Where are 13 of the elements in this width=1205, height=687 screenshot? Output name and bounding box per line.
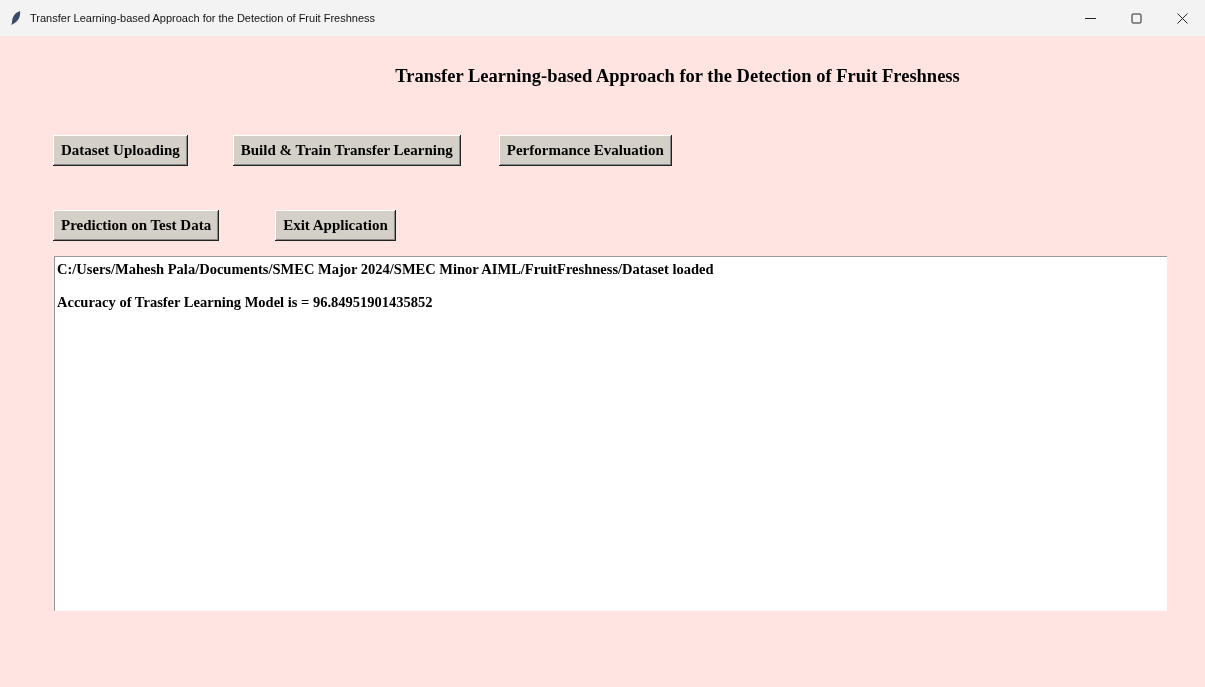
window-title: Transfer Learning-based Approach for the Detection of Fruit Freshness — [30, 12, 377, 24]
close-icon — [1176, 12, 1188, 24]
action-button[interactable]: Dataset Uploading — [53, 135, 188, 166]
maximize-icon — [1130, 12, 1142, 24]
action-button[interactable]: Exit Application — [275, 210, 396, 241]
output-line: C:/Users/Mahesh Pala/Documents/SMEC Major 2024/SMEC Minor AIML/FruitFreshness/Dataset loaded — [57, 261, 715, 277]
output-text-area[interactable]: C:/Users/Mahesh Pala/Documents/SMEC Major 2024/SMEC Minor AIML/FruitFreshness/Dataset loaded Accuracy of Trasfer Learning Model is = 96.84951901435852 — [54, 256, 1167, 611]
action-button[interactable]: Performance Evaluation — [498, 135, 672, 166]
feather-icon — [10, 11, 22, 25]
action-button[interactable]: Build & Train Transfer Learning — [232, 135, 461, 166]
app-heading: Transfer Learning-based Approach for the Detection of Fruit Freshness — [395, 66, 960, 86]
action-button[interactable]: Prediction on Test Data — [53, 210, 220, 241]
output-line: Accuracy of Trasfer Learning Model is = 96.84951901435852 — [57, 294, 434, 310]
